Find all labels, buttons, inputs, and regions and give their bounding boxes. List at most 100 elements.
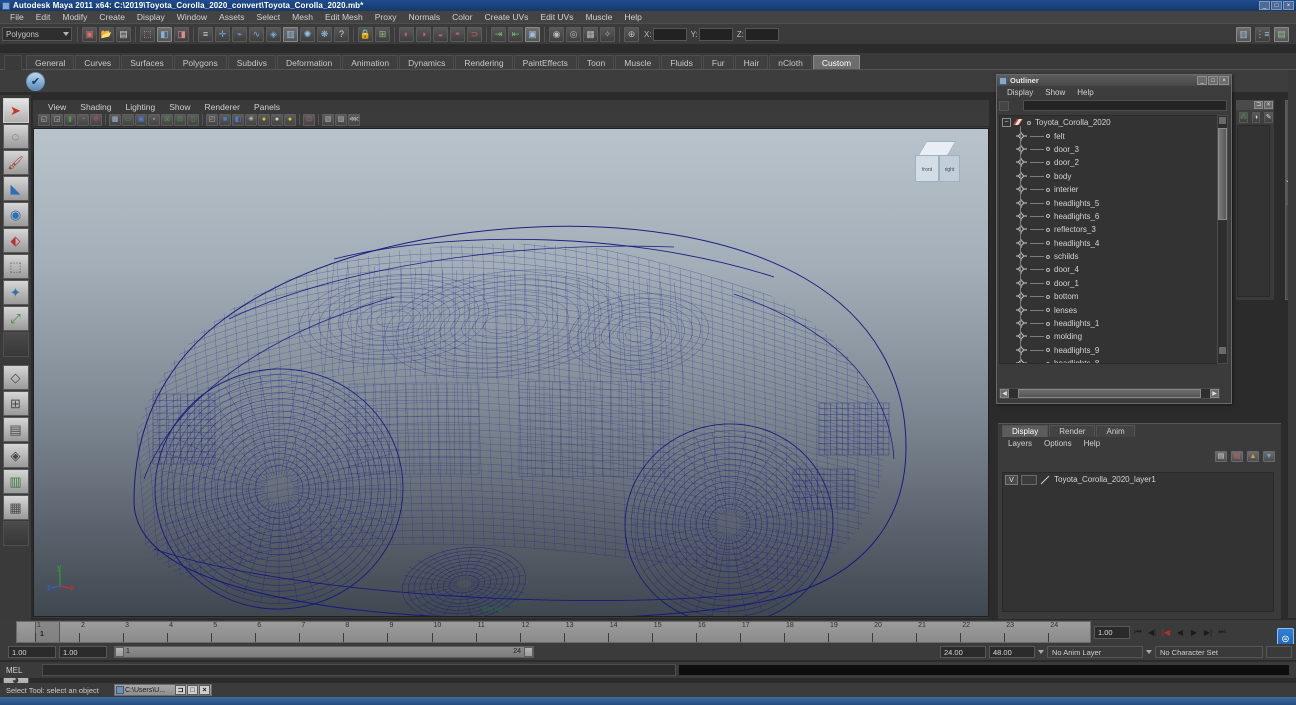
render-region-icon[interactable]: ▨ xyxy=(335,113,347,126)
move-tool-button[interactable]: ◣ xyxy=(2,176,29,201)
menu-window[interactable]: Window xyxy=(171,11,213,23)
outliner-item-body[interactable]: body xyxy=(1000,170,1219,183)
chevron-down-icon[interactable] xyxy=(1146,650,1152,654)
viewport-menu-renderer[interactable]: Renderer xyxy=(198,102,247,112)
view-cube-top-face[interactable] xyxy=(917,141,957,156)
single-perspective-layout-button[interactable]: ◇ xyxy=(2,365,29,390)
xray-joints-icon[interactable]: ⊟ xyxy=(174,113,186,126)
viewport-menu-panels[interactable]: Panels xyxy=(247,102,287,112)
anim-layer-selector[interactable]: No Anim Layer xyxy=(1047,646,1143,658)
menu-edit-mesh[interactable]: Edit Mesh xyxy=(319,11,369,23)
viewport-menu-show[interactable]: Show xyxy=(162,102,197,112)
wireframe-shading-icon[interactable]: ◰ xyxy=(206,113,218,126)
move-layer-down-icon[interactable]: ▼ xyxy=(1263,450,1275,462)
next-key-button[interactable]: ▶| xyxy=(1202,626,1214,639)
snap-to-grid-icon[interactable]: ⊞ xyxy=(375,26,390,42)
menu-color[interactable]: Color xyxy=(446,11,478,23)
menu-muscle[interactable]: Muscle xyxy=(579,11,618,23)
use-default-lighting-icon[interactable]: ● xyxy=(258,113,270,126)
outliner-item-headlights_9[interactable]: headlights_9 xyxy=(1000,344,1219,357)
shelf-tab-deformation[interactable]: Deformation xyxy=(276,55,342,69)
outliner-item-headlights_4[interactable]: headlights_4 xyxy=(1000,237,1219,250)
use-all-lights-icon[interactable]: ● xyxy=(271,113,283,126)
select-by-component-type-icon[interactable]: ◨ xyxy=(174,26,189,42)
select-joints-icon[interactable]: ⌁ xyxy=(232,26,247,42)
pencil-edit-icon[interactable]: ✎ xyxy=(1264,111,1274,123)
range-slider-right-handle[interactable] xyxy=(524,647,533,657)
view-cube-front-face[interactable]: front xyxy=(915,155,939,182)
scroll-down-arrow-icon[interactable] xyxy=(1219,347,1226,354)
outliner-menu-help[interactable]: Help xyxy=(1071,88,1099,97)
layer-editor-tab-display[interactable]: Display xyxy=(1002,425,1049,437)
outliner-menu-show[interactable]: Show xyxy=(1039,88,1071,97)
os-taskbar[interactable] xyxy=(0,697,1296,705)
x-coord-field[interactable] xyxy=(652,27,687,41)
hypershade-icon[interactable]: ✧ xyxy=(600,26,615,42)
outliner-close-button[interactable]: × xyxy=(1219,76,1229,85)
menu-modify[interactable]: Modify xyxy=(56,11,93,23)
camera-attributes-icon[interactable]: ◲ xyxy=(51,113,63,126)
channel-box-close-button[interactable]: × xyxy=(1264,101,1273,109)
persp-graph-layout-button[interactable]: ◈ xyxy=(2,443,29,468)
time-slider-ruler[interactable]: 1 1 2 3 4 5 6 7 8 9 10 11 12 13 14 15 16 17 18 19 20 21 22 23 2… xyxy=(16,621,1091,643)
menu-create[interactable]: Create xyxy=(93,11,131,23)
selection-mask-icon[interactable]: ⊕ xyxy=(624,26,639,42)
show-hide-channel-box-icon[interactable]: ▥ xyxy=(1236,26,1251,42)
menu-edit[interactable]: Edit xyxy=(30,11,57,23)
range-start-field[interactable]: 1.00 xyxy=(8,646,56,658)
texture-toggle-icon[interactable]: ▧ xyxy=(322,113,334,126)
menu-mesh[interactable]: Mesh xyxy=(286,11,319,23)
perspective-viewport[interactable]: front right y x z persp xyxy=(33,128,989,617)
outliner-item-reflectors_3[interactable]: reflectors_3 xyxy=(1000,223,1219,236)
play-forwards-button[interactable]: ▶ xyxy=(1188,626,1200,639)
shelf-tab-toon[interactable]: Toon xyxy=(577,55,615,69)
exposure-icon[interactable]: ▯ xyxy=(187,113,199,126)
outliner-item-lenses[interactable]: lenses xyxy=(1000,303,1219,316)
shelf-tab-polygons[interactable]: Polygons xyxy=(173,55,227,69)
xray-toggle-icon[interactable]: ⊠ xyxy=(161,113,173,126)
outliner-item-bottom[interactable]: bottom xyxy=(1000,290,1219,303)
smooth-shade-selected-icon[interactable]: ◧ xyxy=(232,113,244,126)
playback-end-field[interactable]: 24.00 xyxy=(940,646,986,658)
new-layer-from-selected-icon[interactable]: ▤ xyxy=(1231,450,1243,462)
scroll-up-arrow-icon[interactable] xyxy=(1219,117,1226,124)
channel-box-float-button[interactable]: ⊐ xyxy=(1254,101,1263,109)
shelf-tab-custom[interactable]: Custom xyxy=(812,55,861,69)
outliner-item-headlights_1[interactable]: headlights_1 xyxy=(1000,317,1219,330)
hierarchy-mask-icon[interactable]: ≡ xyxy=(198,26,213,42)
layer-playback-toggle[interactable] xyxy=(1021,474,1037,485)
render-current-frame-icon[interactable]: ◉ xyxy=(549,26,564,42)
resolution-gate-icon[interactable]: ▣ xyxy=(135,113,147,126)
outliner-item-schilds[interactable]: schilds xyxy=(1000,250,1219,263)
layer-editor-menu-help[interactable]: Help xyxy=(1078,439,1106,448)
shelf-tab-general[interactable]: General xyxy=(26,55,75,69)
hypershade-persp-layout-button[interactable]: ▥ xyxy=(2,469,29,494)
range-slider[interactable]: 1 24 xyxy=(114,646,534,658)
go-to-end-button[interactable]: ⏭ xyxy=(1216,626,1228,639)
outliner-window-controls[interactable]: _ □ × xyxy=(1197,76,1229,85)
minimized-explorer-window[interactable]: C:\Users\U... ⊐ □ × xyxy=(114,684,212,696)
go-to-start-button[interactable]: ⏮ xyxy=(1132,626,1144,639)
open-scene-icon[interactable]: 📂 xyxy=(99,26,114,42)
shelf-tab-animation[interactable]: Animation xyxy=(342,55,399,69)
grid-toggle-icon[interactable]: ▩ xyxy=(109,113,121,126)
close-button[interactable]: × xyxy=(1283,1,1294,10)
current-time-field[interactable]: 1.00 xyxy=(1094,625,1130,639)
chevron-down-icon[interactable] xyxy=(1038,650,1044,654)
select-curves-icon[interactable]: ∿ xyxy=(249,26,264,42)
render-settings-icon[interactable]: ▦ xyxy=(583,26,598,42)
scroll-right-arrow-icon[interactable]: ▶ xyxy=(1210,389,1219,398)
shelf-tab-muscle[interactable]: Muscle xyxy=(615,55,661,69)
select-by-hierarchy-icon[interactable]: ⬚ xyxy=(140,26,155,42)
outliner-item-felt[interactable]: felt xyxy=(1000,129,1219,142)
outliner-item-list[interactable]: − Toyota_Corolla_2020 felt door_3 door_2 body… xyxy=(999,115,1220,364)
z-coord-field[interactable] xyxy=(744,27,779,41)
outliner-item-door_4[interactable]: door_4 xyxy=(1000,263,1219,276)
lasso-tool-button[interactable]: ◌ xyxy=(2,124,29,149)
layer-row[interactable]: V Toyota_Corolla_2020_layer1 xyxy=(1003,473,1273,486)
lock-icon[interactable]: 🔒 xyxy=(358,26,373,42)
bookmark-icon[interactable]: ▮ xyxy=(64,113,76,126)
range-slider-left-handle[interactable] xyxy=(115,647,124,657)
menu-normals[interactable]: Normals xyxy=(403,11,447,23)
layer-list[interactable]: V Toyota_Corolla_2020_layer1 xyxy=(1002,472,1274,612)
